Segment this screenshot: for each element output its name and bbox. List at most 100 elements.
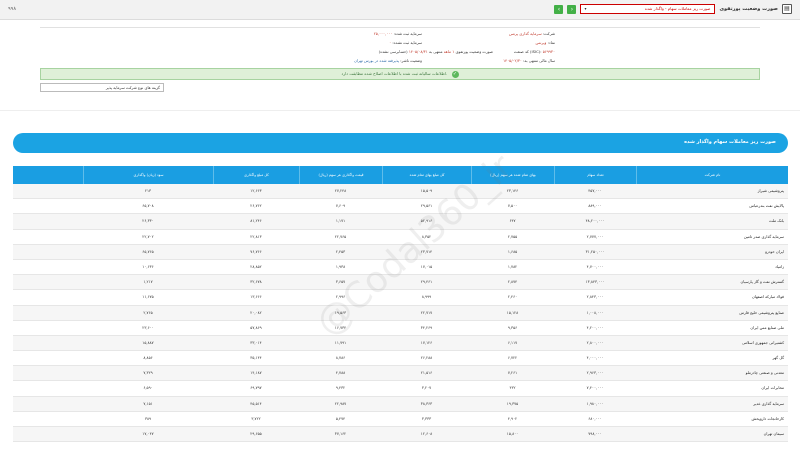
company-type-filter[interactable]: گزینه های نوع شرکت سرمایه پذیر bbox=[40, 83, 164, 92]
cell-share-count: ۳۱,۲۵۰,۰۰۰ bbox=[585, 248, 605, 254]
cell-share-count: ۷,۴۰۰,۰۰۰ bbox=[586, 385, 604, 391]
report-title: صورت ریز معاملات سهام واگذار شده bbox=[684, 139, 776, 145]
cell-total-cost: ۲۳,۷۱۴ bbox=[420, 248, 433, 254]
table-row[interactable]: ایران خودرو ۳۱,۲۵۰,۰۰۰ ۱,۶۸۵ ۲۳,۷۱۴ ۲,۴۵۳ ۷۶,… bbox=[13, 244, 788, 260]
col-unit-cost[interactable]: بهای تمام شده هر سهم (ریال) bbox=[471, 166, 554, 184]
capital-registered-value: ۲۵,۰۰۰,۰۰۰ bbox=[373, 31, 393, 36]
cell-unit-sale-price: ۴,۷۸۸ bbox=[335, 370, 346, 376]
cell-company-name: سرمایه گذاری غدیر bbox=[753, 400, 784, 406]
cell-unit-sale-price: ۱۶,۷۳۴ bbox=[334, 324, 347, 330]
cell-unit-sale-price: ۲۲,۹۸۷ bbox=[334, 400, 347, 406]
table-row[interactable]: پالایش نفت بندرعباس ۸۸۹,۰۰۰ ۷,۵۰۰ ۲۹,۵۶۱ ۷,۶… bbox=[13, 199, 788, 215]
cell-total-cost: ۳,۲۰۷ bbox=[421, 385, 432, 391]
cell-total-cost: ۳۴,۲۶۹ bbox=[420, 324, 433, 330]
report-type-select[interactable]: ▾ صورت ریز معاملات سهام - واگذار شده bbox=[580, 4, 716, 14]
page-title: صورت وضعیت پورتفوی bbox=[719, 6, 778, 12]
table-row[interactable]: سرمایه گذاری صدر تامین ۲,۷۷۷,۰۰۰ ۲,۷۵۵ ۸,۳۵… bbox=[13, 230, 788, 245]
table-row[interactable]: پتروشیمی شیراز ۴۵۷,۰۰۰ ۲۳,۱۴۶ ۱۵,۵۰۹ ۲۷,۲۴۸ ۱… bbox=[13, 184, 788, 200]
cell-gain-loss: ۷,۳۲۹ bbox=[143, 370, 153, 376]
table-body: پتروشیمی شیراز ۴۵۷,۰۰۰ ۲۳,۱۴۶ ۱۵,۵۰۹ ۲۷,۲۴۸ ۱… bbox=[13, 184, 788, 443]
table-row[interactable]: ملی صنایع مس ایران ۴,۲۰۰,۰۰۰ ۹,۳۵۶ ۳۴,۲۶۹ ۱۶… bbox=[13, 321, 788, 336]
cell-total-cost: ۸,۹۹۹ bbox=[421, 294, 432, 300]
cell-total-cost: ۳,۳۳۳ bbox=[421, 415, 432, 421]
table-row[interactable]: سرمایه گذاری غدیر ۱,۹۸۰,۰۰۰ ۱۹,۳۷۵ ۳۸,۳۶۳ ۲۲… bbox=[13, 396, 788, 412]
cell-share-count: ۴,۰۰۰,۰۰۰ bbox=[586, 355, 604, 361]
symbol-label: نماد: bbox=[547, 40, 555, 45]
cell-gain-loss: ۲,۷۶۵ bbox=[143, 309, 153, 315]
table-row[interactable]: گسترش نفت و گاز پارسیان ۱۳,۸۴۳,۰۰۰ ۲,۸۷۴ ۲۹… bbox=[13, 275, 788, 291]
previous-report-button[interactable]: › bbox=[567, 4, 577, 14]
cell-unit-cost: ۶,۱۱۷ bbox=[507, 339, 518, 345]
cell-total-cost: ۸,۳۵۲ bbox=[421, 233, 432, 239]
col-gain-loss[interactable]: سود (زیان) واگذاری bbox=[83, 166, 213, 184]
table-row[interactable]: زامیاد ۴,۷۰۰,۰۰۰ ۱,۷۸۲ ۱۷,۰۱۵ ۱,۹۳۸ ۲۸,۸۵۲ ۱۰,… bbox=[13, 260, 788, 276]
cell-company-name: گل گهر bbox=[772, 355, 784, 361]
cell-share-count: ۲,۹۶۳,۰۰۰ bbox=[586, 370, 604, 376]
cell-total-cost: ۲۹,۴۶۱ bbox=[420, 279, 433, 285]
cell-total-cost: ۱۷,۱۲۶ bbox=[420, 339, 433, 345]
table-row[interactable]: گل گهر ۴,۰۰۰,۰۰۰ ۶,۷۲۲ ۲۶,۲۸۸ ۸,۷۸۶ ۳۵,۱۴۴ ۸,۸… bbox=[13, 351, 788, 367]
cell-share-count: ۴۵۷,۰۰۰ bbox=[588, 188, 602, 193]
cell-gain-loss: ۲۲,۷۰۲ bbox=[142, 233, 154, 239]
col-company-name[interactable]: نام شرکت bbox=[636, 166, 788, 184]
cell-unit-sale-price: ۳,۶۵۷ bbox=[335, 279, 346, 285]
cell-total-sale: ۱۳,۶۶۶ bbox=[250, 294, 262, 300]
cell-gain-loss: ۱۱,۶۷۵ bbox=[142, 294, 154, 300]
cell-total-sale: ۵۷,۸۶۹ bbox=[250, 324, 262, 330]
cell-total-cost: ۱۵,۵۰۹ bbox=[420, 188, 433, 193]
cell-company-name: ایران خودرو bbox=[765, 248, 784, 254]
period-end-label: منتهی به bbox=[428, 49, 443, 54]
cell-company-name: بانک ملت bbox=[769, 218, 784, 224]
symbol-value: وپرنس bbox=[535, 40, 547, 45]
table-row[interactable]: فولاد مبارکه اصفهان ۲,۸۴۳,۰۰۰ ۲,۴۶۰ ۸,۹۹۹ ۲,… bbox=[13, 290, 788, 306]
cell-gain-loss: ۶,۵۹۰ bbox=[143, 385, 153, 391]
report-label: صورت وضعیت پورتفوی bbox=[455, 49, 493, 54]
cell-gain-loss: ۲۱۳ bbox=[144, 188, 152, 193]
cell-unit-cost: ۶,۷۲۲ bbox=[507, 355, 518, 361]
company-row: شرکت: سرمایه گذاری پرنس bbox=[509, 31, 555, 36]
table-row[interactable]: مخابرات ایران ۷,۴۰۰,۰۰۰ ۴۳۲ ۳,۲۰۷ ۹,۴۳۲ ۶۹,۷۹… bbox=[13, 381, 788, 397]
company-value: سرمایه گذاری پرنس bbox=[509, 31, 542, 36]
capital-unregistered-label: سرمایه ثبت نشده: bbox=[392, 40, 422, 45]
capital-registered-row: سرمایه ثبت شده: ۲۵,۰۰۰,۰۰۰ bbox=[374, 31, 422, 36]
cell-unit-cost: ۷,۲۶۱ bbox=[507, 370, 518, 376]
report-header: صورت ریز معاملات سهام واگذار شده bbox=[13, 133, 788, 153]
cell-unit-cost: ۹,۳۵۶ bbox=[507, 324, 518, 330]
cell-unit-sale-price: ۱,۹۳۸ bbox=[335, 263, 346, 269]
top-bar-counter: ۹۹۸ bbox=[8, 6, 17, 12]
col-share-count[interactable]: تعداد سهام bbox=[554, 166, 636, 184]
table-row[interactable]: کارخانجات داروپخش ۶۸۰,۰۰۰ ۴,۹۰۲ ۳,۳۳۳ ۵,۴۷۴ ۳… bbox=[13, 412, 788, 427]
cell-unit-sale-price: ۸,۷۸۶ bbox=[335, 355, 346, 361]
cell-gain-loss: ۳۸۹ bbox=[144, 415, 152, 421]
table-row[interactable]: کشتیرانی جمهوری اسلامی ۲,۸۰۰,۰۰۰ ۶,۱۱۷ ۱۷,۱… bbox=[13, 335, 788, 352]
cell-total-sale: ۳۲,۶۷۸ bbox=[250, 279, 262, 285]
fiscal-label: سال مالی منتهی به: bbox=[523, 58, 555, 63]
cell-unit-sale-price: ۱,۱۷۱ bbox=[335, 218, 346, 224]
cell-company-name: زامیاد bbox=[775, 263, 784, 269]
cell-total-cost: ۲۹,۵۶۱ bbox=[420, 203, 433, 209]
cell-gain-loss: ۸,۸۵۶ bbox=[143, 355, 153, 361]
cell-unit-cost: ۲۳,۱۴۶ bbox=[506, 188, 519, 193]
table-row[interactable]: بانک ملت ۴۸,۲۰۰,۰۰۰ ۶۴۷ ۵۲,۹۱۶ ۱,۱۷۱ ۸۱,۲۴۶ ۲۶… bbox=[13, 214, 788, 230]
company-info-panel: شرکت: سرمایه گذاری پرنس نماد: وپرنس کد ص… bbox=[40, 27, 760, 68]
col-unit-sale-price[interactable]: قیمت واگذاری هر سهم (ریال) bbox=[299, 166, 382, 184]
cell-company-name: کارخانجات داروپخش bbox=[751, 415, 784, 421]
report-type-select-value: صورت ریز معاملات سهام - واگذار شده bbox=[644, 6, 711, 11]
col-total-sale[interactable]: کل مبلغ واگذاری bbox=[213, 166, 299, 184]
cell-total-cost: ۲۲,۷۱۷ bbox=[420, 309, 433, 315]
isic-value: ۵۶۹۹۳۰ bbox=[542, 49, 555, 54]
table-row[interactable]: صنایع پتروشیمی خلیج فارس ۱,۰۰۸,۰۰۰ ۱۵,۱۲۸ ۲… bbox=[13, 305, 788, 321]
col-total-cost[interactable]: کل مبلغ بهای تمام شده bbox=[382, 166, 471, 184]
cell-total-sale: ۶۹,۷۹۷ bbox=[250, 385, 262, 391]
company-label: شرکت: bbox=[542, 31, 555, 36]
table-row[interactable]: سیمان تهران ۷۹۸,۰۰۰ ۱۵,۸۰۰ ۱۲,۶۰۸ ۳۷,۱۶۲ ۲۹,۶… bbox=[13, 427, 788, 443]
cell-unit-cost: ۱,۷۸۲ bbox=[507, 263, 518, 269]
cell-total-sale: ۲۹,۶۵۵ bbox=[250, 431, 262, 436]
document-icon[interactable]: ▤ bbox=[782, 4, 792, 14]
table-row[interactable]: معدنی و صنعتی چادرملو ۲,۹۶۳,۰۰۰ ۷,۲۶۱ ۲۱,۵۱… bbox=[13, 366, 788, 382]
cell-gain-loss: ۱۰,۶۳۶ bbox=[142, 263, 154, 269]
cell-total-sale: ۲۲,۸۱۳ bbox=[250, 233, 262, 239]
next-report-button[interactable]: ‹ bbox=[554, 4, 564, 14]
fiscal-row: سال مالی منتهی به: ۱۴۰۵/۰۲/۳۰ bbox=[503, 58, 555, 63]
cell-unit-cost: ۲,۴۶۰ bbox=[507, 294, 518, 300]
